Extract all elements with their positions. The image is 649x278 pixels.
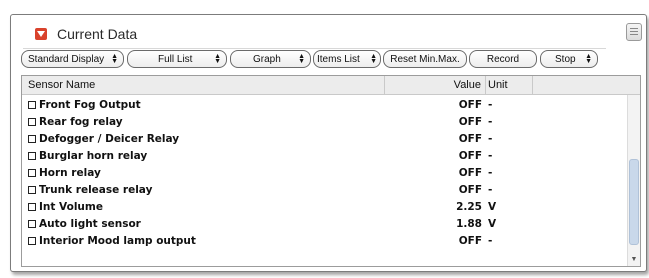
sensor-name: Burglar horn relay [39,150,148,162]
current-data-panel: Current Data Standard Display ▲ ▼ Full Li… [10,14,647,272]
table-row[interactable]: Int Volume 2.25 V [22,199,626,216]
checkbox-icon[interactable] [28,135,36,143]
sensor-name: Rear fog relay [39,116,123,128]
sensor-unit: - [488,99,493,111]
panel-title: Current Data [57,26,138,42]
updown-arrow-icon: ▲ ▼ [214,53,221,65]
updown-arrow-icon: ▲ ▼ [585,53,592,65]
sensor-data-table: Sensor Name Value Unit Front Fog Output O… [21,75,641,267]
sensor-name: Trunk release relay [39,184,153,196]
sensor-name: Front Fog Output [39,99,141,111]
column-header-sensor-name[interactable]: Sensor Name [28,76,95,94]
standard-display-dropdown[interactable]: Standard Display ▲ ▼ [21,50,124,68]
checkbox-icon[interactable] [28,152,36,160]
toolbar: Standard Display ▲ ▼ Full List ▲ ▼ Graph ▲… [21,50,646,70]
updown-arrow-icon: ▲ ▼ [111,53,118,65]
checkbox-icon[interactable] [28,203,36,211]
sensor-name: Int Volume [39,201,103,213]
record-button[interactable]: Record [469,50,537,68]
table-header: Sensor Name Value Unit [22,76,640,95]
sensor-value: OFF [458,150,482,162]
sensor-value: OFF [458,184,482,196]
reset-minmax-label: Reset Min.Max. [390,54,460,65]
sensor-name: Interior Mood lamp output [39,235,196,247]
scroll-down-icon[interactable]: ▼ [630,256,638,264]
sensor-unit: - [488,235,493,247]
full-list-label: Full List [158,54,193,65]
table-row[interactable]: Interior Mood lamp output OFF - [22,233,626,250]
updown-arrow-icon: ▲ ▼ [370,53,377,65]
sensor-value: OFF [458,99,482,111]
table-row[interactable]: Defogger / Deicer Relay OFF - [22,131,626,148]
table-row[interactable]: Trunk release relay OFF - [22,182,626,199]
stop-label: Stop [555,54,576,65]
sensor-value: OFF [458,235,482,247]
sensor-value: OFF [458,133,482,145]
sensor-name: Defogger / Deicer Relay [39,133,180,145]
column-header-value-cell: Value [384,76,486,94]
stop-dropdown[interactable]: Stop ▲ ▼ [540,50,598,68]
column-header-value[interactable]: Value [454,76,481,94]
panel-title-bar: Current Data [23,24,606,49]
menu-icon[interactable] [626,23,642,41]
full-list-dropdown[interactable]: Full List ▲ ▼ [127,50,227,68]
standard-display-label: Standard Display [28,54,105,65]
graph-dropdown[interactable]: Graph ▲ ▼ [230,50,311,68]
sensor-unit: V [488,201,497,213]
sensor-value: 2.25 [456,201,482,213]
reset-minmax-button[interactable]: Reset Min.Max. [383,50,467,68]
checkbox-icon[interactable] [28,118,36,126]
sensor-unit: - [488,133,493,145]
sensor-value: 1.88 [456,218,482,230]
vertical-scrollbar[interactable]: ▼ [627,95,640,266]
table-row[interactable]: Auto light sensor 1.88 V [22,216,626,233]
checkbox-icon[interactable] [28,237,36,245]
column-header-unit[interactable]: Unit [488,76,508,94]
sensor-name: Auto light sensor [39,218,141,230]
checkbox-icon[interactable] [28,220,36,228]
updown-arrow-icon: ▲ ▼ [298,53,305,65]
table-body: Front Fog Output OFF - Rear fog relay OFF - De… [22,95,626,266]
scrollbar-thumb[interactable] [629,159,639,245]
column-divider [532,76,533,94]
items-list-label: Items List [317,54,360,65]
sensor-unit: - [488,184,493,196]
sensor-name: Horn relay [39,167,101,179]
table-row[interactable]: Rear fog relay OFF - [22,114,626,131]
table-row[interactable]: Horn relay OFF - [22,165,626,182]
table-row[interactable]: Burglar horn relay OFF - [22,148,626,165]
checkbox-icon[interactable] [28,186,36,194]
graph-label: Graph [253,54,281,65]
sensor-unit: - [488,167,493,179]
record-label: Record [486,54,520,65]
table-row[interactable]: Front Fog Output OFF - [22,97,626,114]
checkbox-icon[interactable] [28,101,36,109]
items-list-dropdown[interactable]: Items List ▲ ▼ [313,50,381,68]
collapse-icon[interactable] [35,28,47,40]
sensor-unit: - [488,150,493,162]
sensor-unit: V [488,218,497,230]
checkbox-icon[interactable] [28,169,36,177]
sensor-value: OFF [458,167,482,179]
sensor-value: OFF [458,116,482,128]
sensor-unit: - [488,116,493,128]
